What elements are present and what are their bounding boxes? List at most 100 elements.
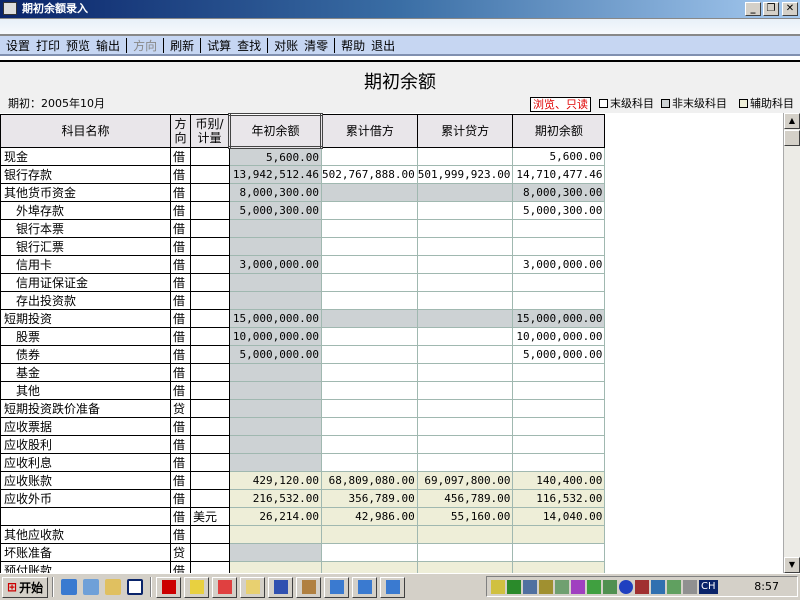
col-period-opening-cell[interactable]: 116,532.00: [512, 489, 606, 508]
col-name-cell[interactable]: 银行本票: [0, 219, 171, 238]
col-cum-debit-cell[interactable]: [321, 561, 418, 573]
close-button[interactable]: ✕: [782, 2, 798, 16]
col-year-opening-cell[interactable]: 26,214.00: [229, 507, 322, 526]
col-period-opening-cell[interactable]: [512, 273, 606, 292]
computer-icon[interactable]: [523, 579, 537, 594]
col-currency-cell[interactable]: [190, 237, 230, 256]
col-cum-debit-cell[interactable]: 356,789.00: [321, 489, 418, 508]
col-year-opening-cell[interactable]: 3,000,000.00: [229, 255, 322, 274]
col-cum-debit-cell[interactable]: [321, 453, 418, 472]
menu-item-1[interactable]: 打印: [33, 37, 63, 54]
col-name-cell[interactable]: 银行存款: [0, 165, 171, 184]
col-name-cell[interactable]: 信用卡: [0, 255, 171, 274]
col-currency-cell[interactable]: [190, 291, 230, 310]
col-direction-cell[interactable]: 借: [170, 507, 191, 526]
col-name-cell[interactable]: 基金: [0, 363, 171, 382]
col-cum-debit-header[interactable]: 累计借方: [321, 114, 418, 148]
col-cum-credit-cell[interactable]: [416, 237, 514, 256]
lock-icon[interactable]: [555, 579, 569, 594]
col-direction-cell[interactable]: 借: [170, 363, 191, 382]
col-cum-credit-cell[interactable]: 456,789.00: [416, 489, 514, 508]
col-currency-cell[interactable]: [190, 309, 230, 328]
desktop-icon[interactable]: [105, 579, 122, 595]
task-button-ie-2[interactable]: [352, 576, 378, 598]
minimize-button[interactable]: _: [745, 2, 761, 16]
col-currency-cell[interactable]: [190, 489, 230, 508]
tray-app-icon[interactable]: [539, 579, 553, 594]
col-period-opening-cell[interactable]: [512, 363, 606, 382]
col-direction-cell[interactable]: 借: [170, 525, 191, 544]
col-period-opening-cell[interactable]: [512, 291, 606, 310]
col-currency-cell[interactable]: [190, 219, 230, 238]
col-cum-debit-cell[interactable]: [321, 309, 418, 328]
col-currency-cell[interactable]: [190, 327, 230, 346]
col-period-opening-cell[interactable]: [512, 237, 606, 256]
col-cum-credit-cell[interactable]: [416, 255, 514, 274]
col-cum-debit-cell[interactable]: 68,809,080.00: [321, 471, 418, 490]
connection-icon[interactable]: [651, 579, 665, 594]
col-direction-cell[interactable]: 借: [170, 381, 191, 400]
col-cum-credit-cell[interactable]: [416, 381, 514, 400]
col-direction-cell[interactable]: 借: [170, 489, 191, 508]
col-name-cell[interactable]: 坏账准备: [0, 543, 171, 562]
col-currency-cell[interactable]: [190, 399, 230, 418]
compass-icon[interactable]: [571, 579, 585, 594]
col-name-cell[interactable]: 存出投资款: [0, 291, 171, 310]
col-period-opening-cell[interactable]: [512, 219, 606, 238]
col-currency-cell[interactable]: 美元: [190, 507, 230, 526]
col-name-cell[interactable]: 债券: [0, 345, 171, 364]
col-cum-debit-cell[interactable]: [321, 201, 418, 220]
tray-app-icon[interactable]: [667, 579, 681, 594]
col-cum-credit-cell[interactable]: [416, 201, 514, 220]
menu-item-0[interactable]: 设置: [3, 37, 33, 54]
col-currency-cell[interactable]: [190, 183, 230, 202]
col-period-opening-cell[interactable]: [512, 435, 606, 454]
menu-item-3[interactable]: 输出: [93, 37, 123, 54]
col-currency-cell[interactable]: [190, 255, 230, 274]
col-period-opening-header[interactable]: 期初余额: [512, 114, 606, 148]
col-direction-cell[interactable]: 贷: [170, 399, 191, 418]
col-year-opening-cell[interactable]: 15,000,000.00: [229, 309, 322, 328]
col-cum-credit-cell[interactable]: [416, 345, 514, 364]
col-name-cell[interactable]: 现金: [0, 147, 171, 166]
task-button-ie-3[interactable]: [380, 576, 406, 598]
vertical-scrollbar[interactable]: ▲ ▼: [783, 113, 800, 573]
menu-item-12[interactable]: 对账: [271, 37, 301, 54]
col-year-opening-cell[interactable]: 13,942,512.46: [229, 165, 322, 184]
col-cum-debit-cell[interactable]: [321, 399, 418, 418]
col-currency-cell[interactable]: [190, 525, 230, 544]
col-cum-debit-cell[interactable]: [321, 525, 418, 544]
col-year-opening-cell[interactable]: 216,532.00: [229, 489, 322, 508]
col-cum-credit-cell[interactable]: [416, 309, 514, 328]
col-cum-debit-cell[interactable]: 42,986.00: [321, 507, 418, 526]
col-cum-credit-cell[interactable]: [416, 183, 514, 202]
menu-item-7[interactable]: 刷新: [167, 37, 197, 54]
col-direction-cell[interactable]: 借: [170, 147, 191, 166]
col-cum-credit-cell[interactable]: [416, 399, 514, 418]
col-year-opening-cell[interactable]: [229, 237, 322, 256]
col-year-opening-cell[interactable]: [229, 399, 322, 418]
volume-icon[interactable]: [491, 579, 505, 594]
task-button-tools[interactable]: [296, 576, 322, 598]
restore-button[interactable]: ❐: [763, 2, 779, 16]
col-cum-credit-cell[interactable]: [416, 525, 514, 544]
col-currency-cell[interactable]: [190, 453, 230, 472]
media-icon[interactable]: [603, 579, 617, 594]
col-cum-debit-cell[interactable]: [321, 363, 418, 382]
col-direction-cell[interactable]: 借: [170, 435, 191, 454]
col-direction-cell[interactable]: 借: [170, 453, 191, 472]
col-year-opening-cell[interactable]: 8,000,300.00: [229, 183, 322, 202]
col-year-opening-cell[interactable]: [229, 273, 322, 292]
col-period-opening-cell[interactable]: 5,600.00: [512, 147, 606, 166]
col-cum-credit-cell[interactable]: [416, 219, 514, 238]
col-year-opening-cell[interactable]: [229, 381, 322, 400]
col-name-cell[interactable]: 其他: [0, 381, 171, 400]
col-currency-cell[interactable]: [190, 543, 230, 562]
col-name-cell[interactable]: 其他货币资金: [0, 183, 171, 202]
col-cum-debit-cell[interactable]: [321, 147, 418, 166]
col-year-opening-header[interactable]: 年初余额: [228, 113, 323, 149]
col-currency-cell[interactable]: [190, 165, 230, 184]
col-name-cell[interactable]: 短期投资: [0, 309, 171, 328]
menu-item-15[interactable]: 帮助: [338, 37, 368, 54]
col-cum-debit-cell[interactable]: [321, 345, 418, 364]
